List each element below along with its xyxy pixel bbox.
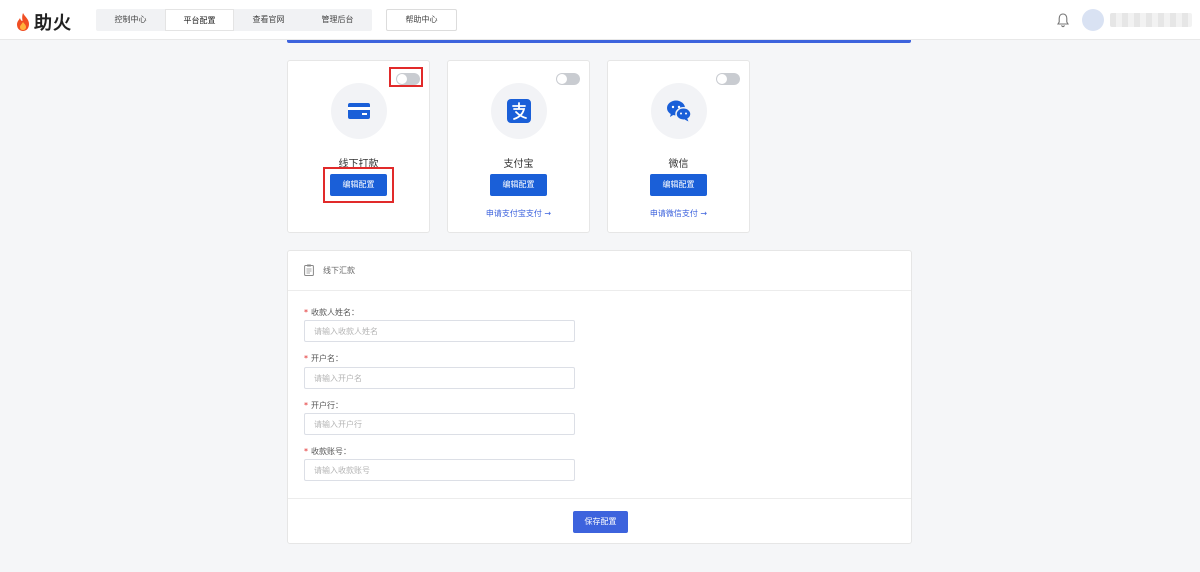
required-mark: *: [304, 447, 308, 456]
account-number-label-text: 收款账号：: [311, 447, 351, 456]
logo[interactable]: 助火: [15, 9, 72, 35]
payee-name-label-text: 收款人姓名：: [311, 308, 359, 317]
flame-icon: [17, 13, 29, 31]
logo-text: 助火: [34, 13, 72, 34]
payment-card-wechat: 微信 编辑配置 申请微信支付 →: [607, 60, 750, 233]
alipay-title: 支付宝: [503, 159, 534, 170]
payee-name-input[interactable]: [304, 320, 575, 342]
account-number-label: * 收款账号：: [304, 446, 351, 457]
required-mark: *: [304, 354, 308, 363]
avatar[interactable]: [1082, 9, 1104, 31]
wechat-icon: [667, 100, 692, 122]
panel-title: 线下汇款: [323, 266, 355, 275]
alipay-icon: [507, 99, 531, 123]
bell-icon[interactable]: [1056, 12, 1070, 28]
alipay-toggle[interactable]: [556, 73, 580, 85]
top-header: 助火 控制中心 平台配置 查看官网 管理后台 帮助中心: [0, 0, 1200, 40]
top-nav: 控制中心 平台配置 查看官网 管理后台: [96, 9, 372, 31]
save-config-button[interactable]: 保存配置: [573, 511, 628, 533]
nav-control-center[interactable]: 控制中心: [96, 9, 165, 31]
username-blurred[interactable]: [1110, 13, 1192, 27]
account-name-label-text: 开户名：: [311, 354, 343, 363]
bank-input[interactable]: [304, 413, 575, 435]
panel-header: 线下汇款: [288, 251, 911, 291]
alipay-edit-button[interactable]: 编辑配置: [490, 174, 547, 196]
wechat-icon-circle: [651, 83, 707, 139]
required-mark: *: [304, 401, 308, 410]
wechat-apply-link[interactable]: 申请微信支付 →: [608, 208, 749, 219]
clipboard-icon: [304, 264, 314, 276]
panel-footer: 保存配置: [288, 498, 911, 544]
bank-card-icon: [348, 103, 370, 119]
bank-label-text: 开户行：: [311, 401, 343, 410]
payment-card-alipay: 支付宝 编辑配置 申请支付宝支付 →: [447, 60, 590, 233]
nav-platform-config[interactable]: 平台配置: [165, 9, 234, 31]
account-name-label: * 开户名：: [304, 353, 343, 364]
nav-admin-backend[interactable]: 管理后台: [303, 9, 372, 31]
account-name-input[interactable]: [304, 367, 575, 389]
required-mark: *: [304, 308, 308, 317]
highlight-edit-button: [323, 167, 394, 203]
help-center-button[interactable]: 帮助中心: [386, 9, 457, 31]
wechat-title: 微信: [668, 159, 689, 170]
offline-remit-panel: 线下汇款 *收款人姓名： *开户名： *开户行： *收款账号： 保存配置: [287, 250, 912, 544]
account-number-input[interactable]: [304, 459, 575, 481]
alipay-icon-circle: [491, 83, 547, 139]
bank-label: * 开户行：: [304, 400, 343, 411]
nav-view-website[interactable]: 查看官网: [234, 9, 303, 31]
highlight-toggle: [389, 67, 423, 87]
payee-name-label: * 收款人姓名：: [304, 307, 359, 318]
section-top-bar: [287, 40, 911, 43]
wechat-toggle[interactable]: [716, 73, 740, 85]
offline-icon-circle: [331, 83, 387, 139]
wechat-edit-button[interactable]: 编辑配置: [650, 174, 707, 196]
alipay-apply-link[interactable]: 申请支付宝支付 →: [448, 208, 589, 219]
